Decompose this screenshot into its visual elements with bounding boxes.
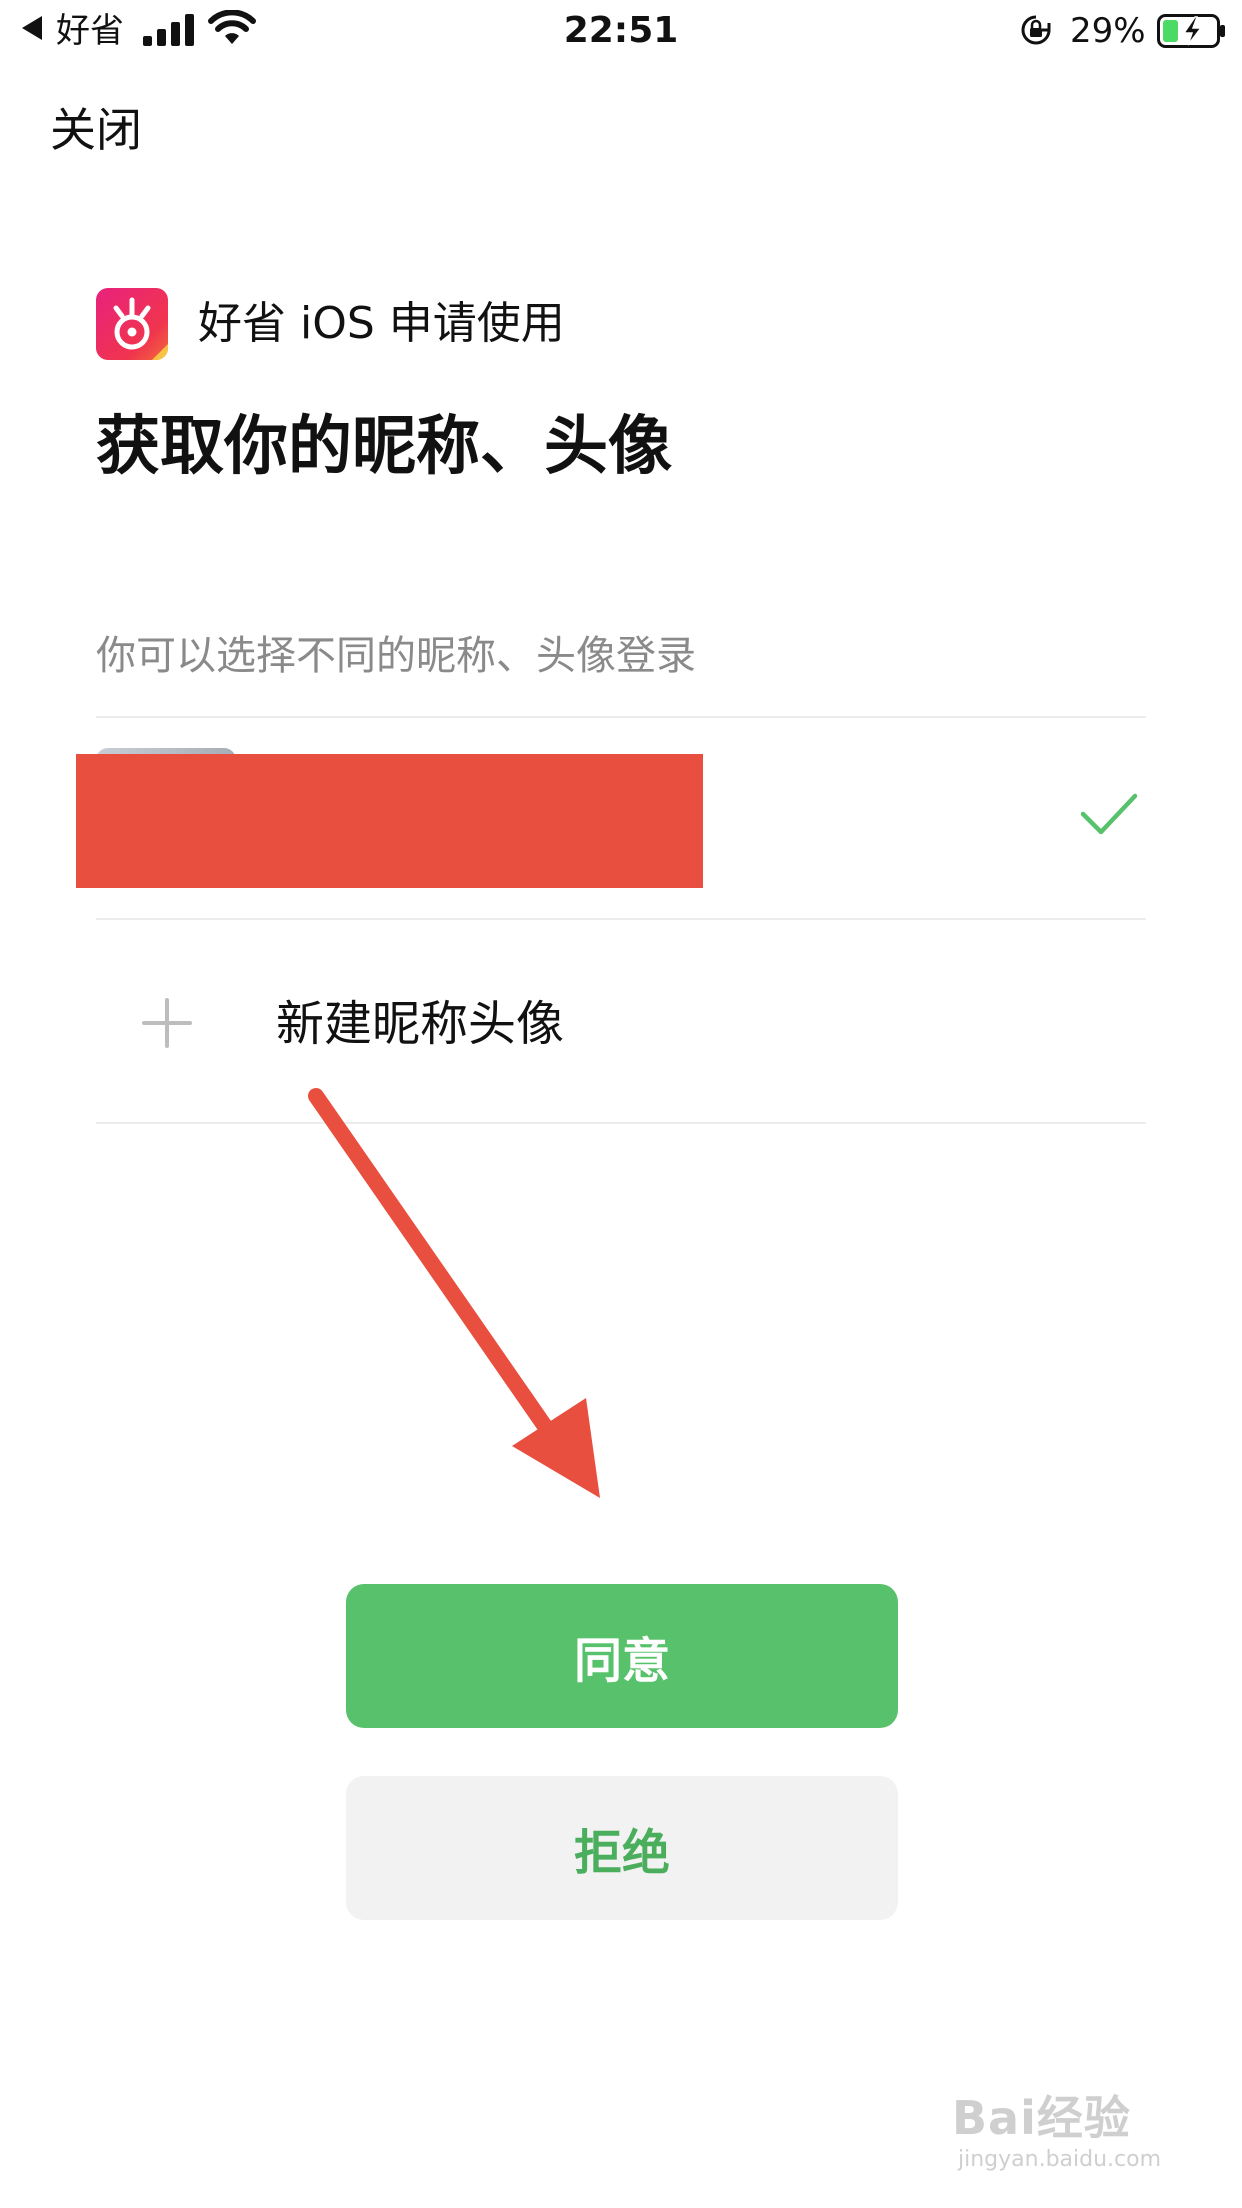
orientation-lock-icon bbox=[1021, 15, 1051, 45]
account-option-selected[interactable] bbox=[76, 718, 1146, 920]
app-request-text: 好省 iOS 申请使用 bbox=[198, 298, 565, 349]
checkmark-icon bbox=[1080, 793, 1138, 835]
battery-percentage: 29% bbox=[1070, 11, 1146, 51]
page-title: 获取你的昵称、头像 bbox=[96, 410, 672, 484]
back-app-label[interactable]: 好省 bbox=[56, 8, 124, 54]
divider bbox=[96, 918, 1146, 920]
new-profile-option[interactable]: 新建昵称头像 bbox=[96, 922, 1146, 1122]
wifi-icon bbox=[208, 10, 256, 44]
hint-text: 你可以选择不同的昵称、头像登录 bbox=[96, 633, 696, 679]
clock: 22:51 bbox=[563, 10, 679, 51]
battery-charging-icon bbox=[1157, 14, 1225, 48]
plus-icon bbox=[142, 998, 192, 1048]
divider bbox=[96, 1122, 1146, 1124]
app-logo-icon bbox=[96, 288, 168, 360]
redaction-block bbox=[76, 754, 703, 888]
watermark-url: jingyan.baidu.com bbox=[958, 2147, 1162, 2172]
authorization-page: 好省 22:51 29% 关闭 好省 iOS 申请使用 获取你的昵称、头像 你可… bbox=[0, 0, 1242, 2208]
back-to-app-icon[interactable] bbox=[22, 16, 42, 40]
close-button[interactable]: 关闭 bbox=[50, 100, 142, 160]
reject-button[interactable]: 拒绝 bbox=[346, 1776, 898, 1920]
status-bar: 好省 22:51 29% bbox=[0, 0, 1242, 64]
agree-button[interactable]: 同意 bbox=[346, 1584, 898, 1728]
new-profile-label: 新建昵称头像 bbox=[276, 996, 565, 1052]
watermark: Bai经验 jingyan.baidu.com bbox=[952, 2090, 1161, 2174]
cellular-signal-icon bbox=[143, 14, 194, 46]
watermark-logo: Bai经验 bbox=[952, 2091, 1131, 2145]
